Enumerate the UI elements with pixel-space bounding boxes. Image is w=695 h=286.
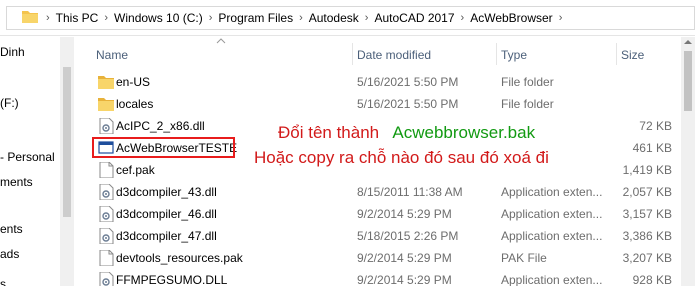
file-date: 5/16/2021 5:50 PM bbox=[357, 75, 459, 89]
file-name: cef.pak bbox=[116, 163, 155, 177]
breadcrumb-drive[interactable]: Windows 10 (C:) bbox=[114, 11, 203, 25]
file-name: d3dcompiler_47.dll bbox=[116, 229, 217, 243]
file-type: Application exten... bbox=[501, 207, 603, 221]
chevron-right-icon[interactable]: › bbox=[46, 12, 50, 24]
file-type: Application exten... bbox=[501, 273, 603, 286]
file-name: AcIPC_2_x86.dll bbox=[116, 119, 205, 133]
file-name: devtools_resources.pak bbox=[116, 251, 243, 265]
file-size: 2,057 KB bbox=[622, 185, 672, 199]
file-date: 9/2/2014 5:29 PM bbox=[357, 251, 452, 265]
dll-icon bbox=[99, 228, 114, 244]
file-date: 9/2/2014 5:29 PM bbox=[357, 207, 452, 221]
nav-item-downloads[interactable]: ads bbox=[0, 247, 19, 261]
column-name[interactable]: Name bbox=[96, 48, 128, 62]
annotation-new-name: Acwebbrowser.bak bbox=[392, 123, 536, 142]
file-icon bbox=[99, 250, 114, 266]
breadcrumb: › This PC › Windows 10 (C:) › Program Fi… bbox=[40, 11, 568, 25]
file-name: en-US bbox=[116, 75, 151, 89]
column-divider[interactable] bbox=[616, 43, 617, 65]
annotation-line-2: Hoặc copy ra chỗ nào đó sau đó xoá đi bbox=[254, 148, 549, 167]
file-size: 1,419 KB bbox=[622, 163, 672, 177]
column-type[interactable]: Type bbox=[501, 48, 527, 62]
file-icon bbox=[99, 162, 114, 178]
file-size: 928 KB bbox=[632, 273, 672, 286]
chevron-right-icon[interactable]: › bbox=[299, 12, 303, 24]
nav-scroll-thumb[interactable] bbox=[63, 67, 71, 217]
dll-icon bbox=[99, 272, 114, 286]
highlight-box bbox=[92, 137, 235, 158]
nav-item-documents[interactable]: ments bbox=[0, 175, 33, 189]
file-type: File folder bbox=[501, 97, 554, 111]
dll-icon bbox=[99, 206, 114, 222]
nav-item-onedrive[interactable]: - Personal bbox=[0, 150, 55, 164]
file-name: locales bbox=[116, 97, 154, 111]
file-date: 5/16/2021 5:50 PM bbox=[357, 97, 459, 111]
nav-item-music[interactable]: s bbox=[0, 277, 6, 286]
sort-chevron-icon bbox=[216, 38, 226, 44]
chevron-right-icon[interactable]: › bbox=[365, 12, 369, 24]
folder-icon bbox=[98, 98, 114, 111]
vertical-scrollbar[interactable] bbox=[681, 37, 695, 286]
file-size: 461 KB bbox=[632, 141, 672, 155]
file-date: 5/18/2015 2:26 PM bbox=[357, 229, 459, 243]
file-name: d3dcompiler_43.dll bbox=[116, 185, 217, 199]
annotation-line-1: Đổi tên thành Acwebbrowser.bak bbox=[278, 123, 535, 143]
file-name: d3dcompiler_46.dll bbox=[116, 207, 217, 221]
file-name: FFMPEGSUMO.DLL bbox=[116, 273, 228, 286]
file-type: Application exten... bbox=[501, 185, 603, 199]
chevron-right-icon[interactable]: › bbox=[559, 12, 563, 24]
address-bar: › This PC › Windows 10 (C:) › Program Fi… bbox=[0, 0, 695, 36]
file-row[interactable]: locales 5/16/2021 5:50 PM File folder bbox=[74, 93, 695, 115]
column-size[interactable]: Size bbox=[621, 48, 644, 62]
breadcrumb-program-files[interactable]: Program Files bbox=[218, 11, 293, 25]
column-header: Name Date modified Type Size bbox=[74, 37, 695, 67]
breadcrumb-autodesk[interactable]: Autodesk bbox=[309, 11, 359, 25]
folder-icon bbox=[98, 76, 114, 89]
chevron-right-icon[interactable]: › bbox=[104, 12, 108, 24]
file-date: 9/2/2014 5:29 PM bbox=[357, 273, 452, 286]
file-date: 8/15/2011 11:38 AM bbox=[357, 185, 463, 199]
file-size: 3,207 KB bbox=[622, 251, 672, 265]
file-type: File folder bbox=[501, 75, 554, 89]
dll-icon bbox=[99, 184, 114, 200]
breadcrumb-autocad[interactable]: AutoCAD 2017 bbox=[374, 11, 454, 25]
dll-icon bbox=[99, 118, 114, 134]
file-size: 3,157 KB bbox=[622, 207, 672, 221]
chevron-right-icon[interactable]: › bbox=[461, 12, 465, 24]
file-size: 72 KB bbox=[639, 119, 672, 133]
file-row[interactable]: FFMPEGSUMO.DLL 9/2/2014 5:29 PM Applicatio… bbox=[74, 269, 695, 286]
vertical-scroll-thumb[interactable] bbox=[684, 51, 692, 111]
column-divider[interactable] bbox=[496, 43, 497, 65]
chevron-right-icon[interactable]: › bbox=[209, 12, 213, 24]
breadcrumb-acwebbrowser[interactable]: AcWebBrowser bbox=[470, 11, 552, 25]
file-row[interactable]: d3dcompiler_43.dll 8/15/2011 11:38 AM Appl… bbox=[74, 181, 695, 203]
file-row[interactable]: devtools_resources.pak 9/2/2014 5:29 PM PA… bbox=[74, 247, 695, 269]
file-type: PAK File bbox=[501, 251, 547, 265]
column-date[interactable]: Date modified bbox=[357, 48, 431, 62]
annotation-rename-text: Đổi tên thành bbox=[278, 123, 380, 142]
folder-icon bbox=[22, 11, 38, 23]
file-row[interactable]: d3dcompiler_47.dll 5/18/2015 2:26 PM Appli… bbox=[74, 225, 695, 247]
breadcrumb-this-pc[interactable]: This PC bbox=[56, 11, 99, 25]
column-divider[interactable] bbox=[352, 43, 353, 65]
file-type: Application exten... bbox=[501, 229, 603, 243]
nav-item-drive-f[interactable]: (F:) bbox=[0, 96, 19, 110]
navigation-pane: Dinh (F:) - Personal ments ents ads s bbox=[0, 37, 60, 286]
nav-scrollbar[interactable] bbox=[60, 37, 74, 286]
file-row[interactable]: d3dcompiler_46.dll 9/2/2014 5:29 PM Applic… bbox=[74, 203, 695, 225]
scroll-up-icon[interactable] bbox=[683, 39, 693, 45]
nav-item-user[interactable]: Dinh bbox=[0, 45, 25, 59]
file-row[interactable]: en-US 5/16/2021 5:50 PM File folder bbox=[74, 71, 695, 93]
file-size: 3,386 KB bbox=[622, 229, 672, 243]
nav-item-documents-2[interactable]: ents bbox=[0, 222, 23, 236]
